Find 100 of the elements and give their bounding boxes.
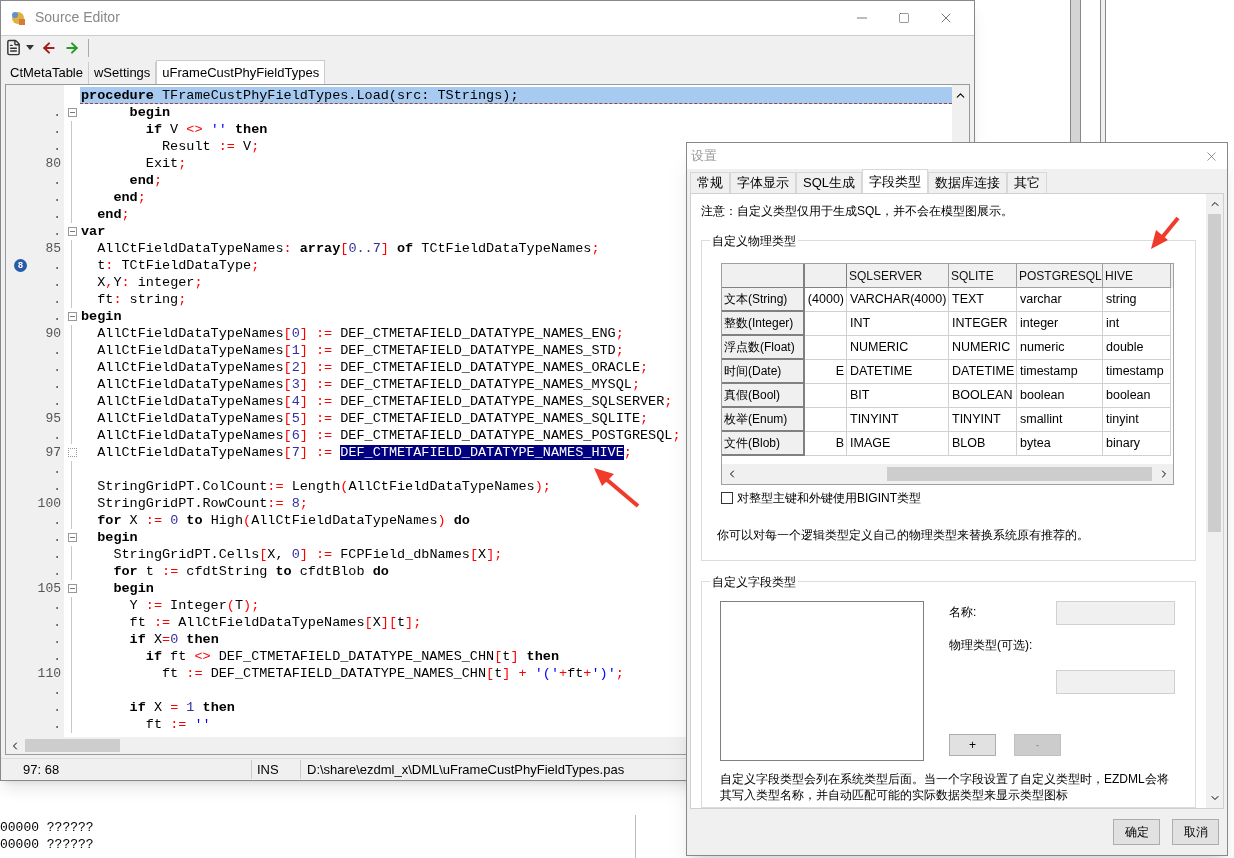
settings-tab[interactable]: 其它 bbox=[1007, 172, 1047, 193]
output-line: 00000 ?????? bbox=[0, 836, 95, 853]
line-number: . bbox=[53, 596, 61, 615]
document-icon[interactable] bbox=[5, 39, 22, 57]
table-cell-text: timestamp bbox=[1106, 363, 1164, 381]
fold-toggle[interactable] bbox=[67, 583, 77, 593]
settings-tab[interactable]: 常规 bbox=[690, 172, 730, 193]
table-cell-text: boolean bbox=[1020, 387, 1065, 405]
table-cell-text: int bbox=[1106, 315, 1120, 333]
table-cell-text: binary bbox=[1106, 435, 1141, 453]
code-line: Y := Integer(T); bbox=[128, 596, 260, 614]
checkbox[interactable] bbox=[721, 492, 733, 504]
settings-tab[interactable]: 字段类型 bbox=[862, 169, 928, 193]
table-cell-text: integer bbox=[1020, 315, 1059, 333]
row-header: 文件(Blob) bbox=[722, 432, 805, 456]
line-number: . bbox=[53, 137, 61, 156]
checkbox-label[interactable]: 对整型主键和外键使用BIGINT类型 bbox=[737, 489, 921, 507]
table-cell-text: timestamp bbox=[1020, 363, 1078, 381]
vertical-scrollbar[interactable] bbox=[1206, 194, 1223, 808]
code-line: end; bbox=[112, 188, 146, 206]
line-number: . bbox=[53, 426, 61, 445]
line-number: 105 bbox=[37, 579, 61, 598]
output-line: 00000 ?????? bbox=[0, 819, 95, 836]
line-number: 100 bbox=[37, 494, 61, 513]
code-line: ft := '' bbox=[144, 715, 211, 733]
table-cell-text: TEXT bbox=[952, 291, 984, 309]
code-line: AllCtFieldDataTypeNames[7] := DEF_CTMETAFIELD_DATATYPE_NAMES_HIVE; bbox=[96, 443, 632, 461]
line-number: . bbox=[53, 392, 61, 411]
file-tab[interactable]: uFrameCustPhyFieldTypes bbox=[156, 59, 326, 84]
notice-text: 注意：自定义类型仅用于生成SQL，并不会在模型图展示。 bbox=[701, 203, 1014, 220]
line-number: . bbox=[53, 120, 61, 139]
line-number: . bbox=[53, 647, 61, 666]
code-line: t: TCtFieldDataType; bbox=[96, 256, 260, 274]
fold-toggle[interactable] bbox=[67, 311, 77, 321]
code-line: begin bbox=[80, 307, 122, 325]
name-label: 名称: bbox=[949, 604, 977, 621]
line-number: 80 bbox=[45, 154, 61, 173]
dialog-button[interactable]: 取消 bbox=[1172, 819, 1219, 845]
annotation-arrow bbox=[594, 468, 640, 508]
settings-tab[interactable]: SQL生成 bbox=[796, 172, 862, 193]
add-remove-button[interactable]: + bbox=[949, 734, 996, 756]
scroll-thumb[interactable] bbox=[887, 467, 1152, 481]
fold-toggle[interactable] bbox=[67, 107, 77, 117]
code-line: Result := V; bbox=[161, 137, 260, 155]
settings-tab[interactable]: 数据库连接 bbox=[928, 172, 1007, 193]
line-number: . bbox=[53, 273, 61, 292]
line-number: . bbox=[53, 341, 61, 360]
table-cell-text: VARCHAR(4000) bbox=[850, 291, 947, 309]
code-line: if ft <> DEF_CTMETAFIELD_DATATYPE_NAMES_CHN[t] then bbox=[144, 647, 559, 665]
line-number: . bbox=[53, 715, 61, 734]
table-cell-text: INTEGER bbox=[952, 315, 1008, 333]
line-number: 85 bbox=[45, 239, 61, 258]
line-number: 90 bbox=[45, 324, 61, 343]
back-arrow-icon[interactable] bbox=[41, 39, 57, 56]
maximize-icon[interactable] bbox=[898, 11, 910, 24]
type-list[interactable] bbox=[720, 601, 924, 761]
table-cell-text: BOOLEAN bbox=[952, 387, 1013, 405]
fold-toggle[interactable] bbox=[67, 532, 77, 542]
table-cell-text: BLOB bbox=[952, 435, 986, 453]
row-header: 浮点数(Float) bbox=[722, 336, 805, 360]
code-line: for X := 0 to High(AllCtFieldDataTypeNames) do bbox=[96, 511, 470, 529]
line-number: . bbox=[53, 613, 61, 632]
table-cell-text: bytea bbox=[1020, 435, 1051, 453]
scroll-thumb[interactable] bbox=[25, 739, 120, 753]
table-cell-text: smallint bbox=[1020, 411, 1063, 429]
description-text: 自定义字段类型会列在系统类型后面。当一个字段设置了自定义类型时，EZDML会将其写入类型名称，并自动匹配可能的实际数据类型来显示类型图标 bbox=[720, 771, 1170, 803]
table-cell: B bbox=[805, 432, 847, 456]
settings-tab[interactable]: 字体显示 bbox=[730, 172, 796, 193]
table-cell-text: IMAGE bbox=[850, 435, 891, 453]
code-line: StringGridPT.Cells[X, 0] := FCPField_dbNames[X]; bbox=[112, 545, 503, 563]
code-line: AllCtFieldDataTypeNames[6] := DEF_CTMETAFIELD_DATATYPE_NAMES_POSTGRESQL; bbox=[96, 426, 681, 444]
code-line: begin bbox=[128, 103, 171, 121]
fold-toggle[interactable] bbox=[67, 226, 77, 236]
caret-icon[interactable] bbox=[26, 45, 34, 51]
type-label: 物理类型(可选): bbox=[949, 637, 1034, 654]
table-cell-text: NUMERIC bbox=[850, 339, 909, 357]
table-cell-text: DATETIME bbox=[952, 363, 1015, 381]
code-line: var bbox=[80, 222, 106, 240]
table-cell-text: string bbox=[1106, 291, 1137, 309]
scroll-thumb[interactable] bbox=[1208, 214, 1221, 532]
dialog-button[interactable]: 确定 bbox=[1113, 819, 1160, 845]
code-line: if V <> '' then bbox=[144, 120, 268, 138]
code-line: begin bbox=[96, 528, 138, 546]
row-header: 时间(Date) bbox=[722, 360, 805, 384]
code-line: AllCtFieldDataTypeNames[5] := DEF_CTMETAFIELD_DATATYPE_NAMES_SQLITE; bbox=[96, 409, 649, 427]
line-number: . bbox=[53, 681, 61, 700]
row-header: 真假(Bool) bbox=[722, 384, 805, 408]
row-header: 整数(Integer) bbox=[722, 312, 805, 336]
code-line: ft: string; bbox=[96, 290, 187, 308]
code-line: end; bbox=[128, 171, 163, 189]
code-line: AllCtFieldDataTypeNames[3] := DEF_CTMETAFIELD_DATATYPE_NAMES_MYSQL; bbox=[96, 375, 641, 393]
table-cell-text: NUMERIC bbox=[952, 339, 1011, 357]
code-line: AllCtFieldDataTypeNames[2] := DEF_CTMETAFIELD_DATATYPE_NAMES_ORACLE; bbox=[96, 358, 649, 376]
hint-text: 你可以对每一个逻辑类型定义自己的物理类型来替换系统原有推荐的。 bbox=[717, 527, 1090, 544]
type-grid[interactable] bbox=[721, 263, 1174, 485]
forward-arrow-icon[interactable] bbox=[64, 39, 80, 56]
file-path: D:\share\ezdml_x\DML\uFrameCustPhyFieldTypes.pas bbox=[306, 760, 625, 779]
table-cell-text: TINYINT bbox=[850, 411, 899, 429]
cursor-position: 97: 68 bbox=[22, 760, 61, 779]
code-line: for t := cfdtString to cfdtBlob do bbox=[112, 562, 389, 580]
